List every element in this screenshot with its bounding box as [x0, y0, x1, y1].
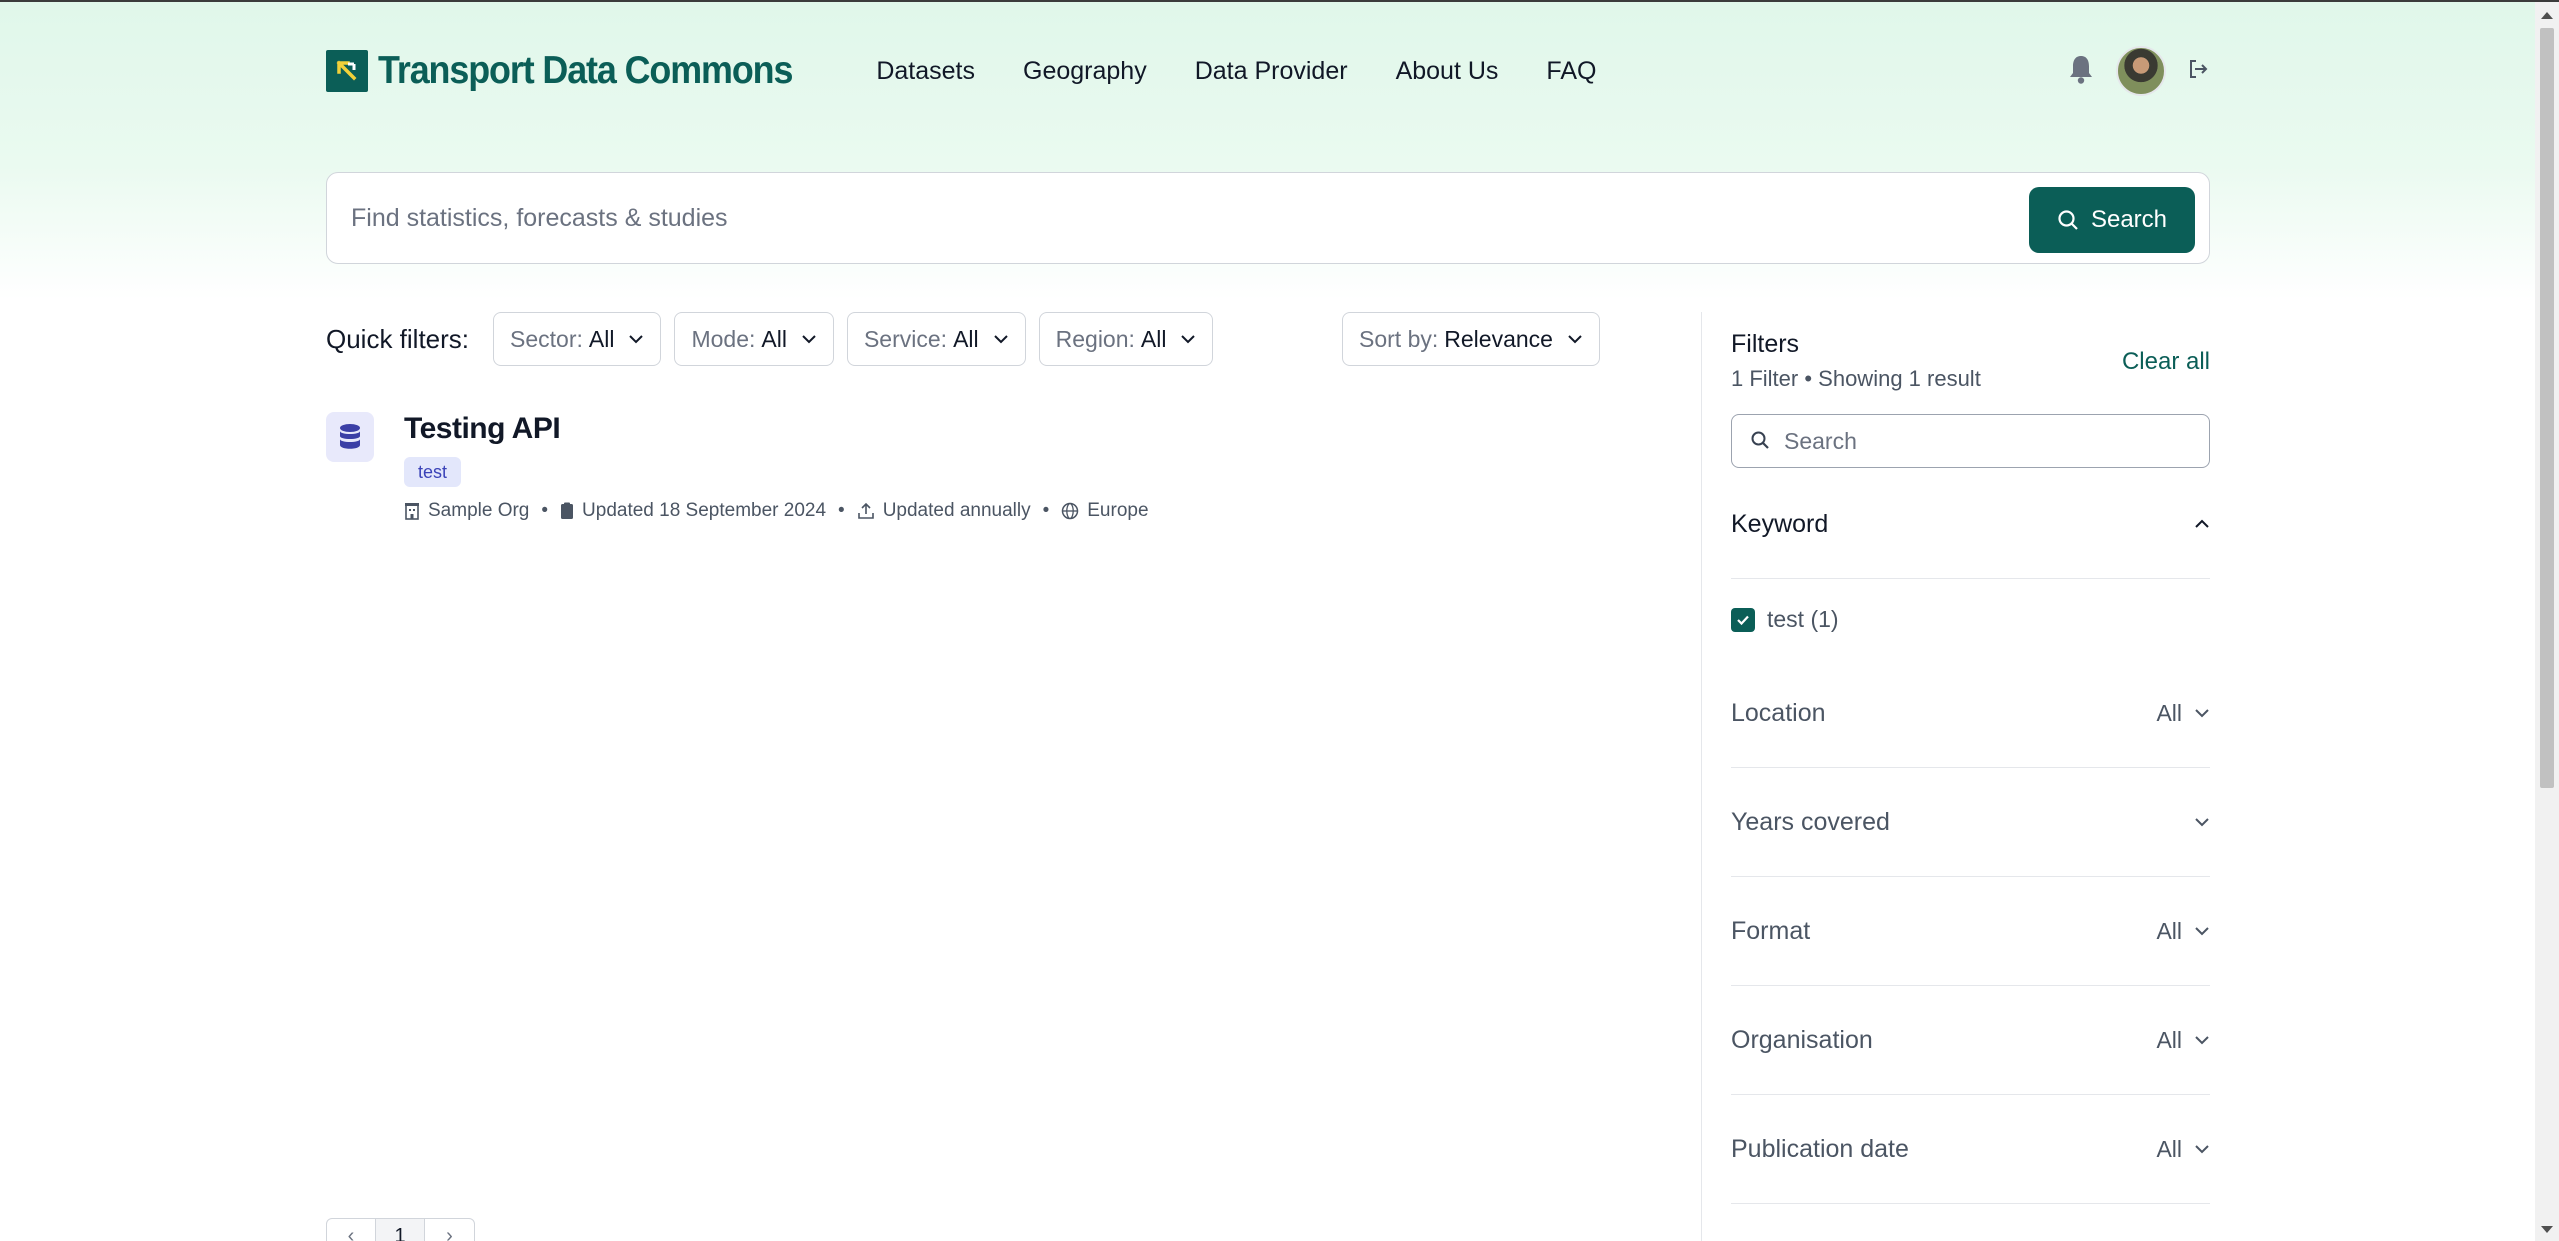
facet-label: Publication date	[1731, 1134, 1909, 1163]
chevron-down-icon	[2195, 709, 2209, 718]
result-region: Europe	[1087, 500, 1149, 521]
sort-dropdown[interactable]: Sort by: Relevance	[1342, 312, 1600, 366]
format-facet[interactable]: Format All	[1731, 877, 2210, 986]
filter-search-field	[1731, 414, 2210, 468]
globe-icon	[1062, 502, 1079, 520]
brand-logo[interactable]: Transport Data Commons	[326, 49, 828, 93]
location-facet[interactable]: Location All	[1731, 659, 2210, 768]
facet-value: All	[2156, 1026, 2182, 1053]
bell-icon[interactable]	[2066, 53, 2096, 90]
filter-value: All	[761, 325, 787, 352]
clear-all-button[interactable]: Clear all	[2122, 348, 2210, 376]
filter-key: Mode:	[691, 325, 756, 352]
clipboard-icon	[561, 502, 574, 519]
sector-filter-dropdown[interactable]: Sector: All	[493, 312, 662, 366]
filter-key: Service:	[863, 325, 948, 352]
chevron-down-icon	[1181, 335, 1196, 344]
keyword-facet-header[interactable]: Keyword	[1731, 470, 2210, 579]
search-icon	[2058, 210, 2078, 230]
nav-faq[interactable]: FAQ	[1546, 57, 1596, 86]
chevron-down-icon	[2195, 1145, 2209, 1154]
chevron-down-icon	[1568, 335, 1582, 344]
page-1-button[interactable]: 1	[376, 1219, 425, 1241]
nav-datasets[interactable]: Datasets	[876, 57, 975, 86]
region-filter-dropdown[interactable]: Region: All	[1038, 312, 1214, 366]
filter-value: All	[1140, 325, 1167, 352]
chevron-down-icon	[2195, 1036, 2209, 1045]
page-scrollbar[interactable]	[2535, 2, 2559, 1241]
filter-value: All	[588, 325, 615, 352]
search-button[interactable]: Search	[2029, 187, 2195, 253]
sort-key: Sort by:	[1359, 325, 1439, 352]
upload-icon	[857, 502, 874, 519]
keyword-option-test[interactable]: test (1)	[1731, 606, 1839, 633]
site-header: Transport Data Commons Datasets Geograph…	[326, 46, 2210, 96]
years-covered-facet[interactable]: Years covered	[1731, 768, 2210, 877]
facet-value: All	[2156, 917, 2182, 944]
facet-label: Location	[1731, 698, 1826, 727]
separator: •	[1042, 500, 1050, 521]
filter-key: Region:	[1055, 325, 1135, 352]
facet-value: All	[2156, 1135, 2182, 1162]
quick-filters-label: Quick filters:	[326, 323, 470, 354]
quick-filters: Quick filters: Sector: All Mode: All Ser…	[326, 312, 1226, 366]
chevron-down-icon	[2195, 927, 2209, 936]
search-icon	[1751, 431, 1769, 449]
facet-label: Format	[1731, 916, 1811, 945]
facet-value: All	[2156, 699, 2182, 726]
check-icon	[1737, 615, 1749, 625]
prev-page-button[interactable]: ‹	[327, 1219, 376, 1241]
result-meta: Sample Org • Updated 18 September 2024 •…	[404, 500, 1149, 522]
sort-value: Relevance	[1444, 325, 1553, 352]
header-actions	[2066, 46, 2210, 96]
keyword-option-label: test (1)	[1767, 606, 1839, 632]
sidebar-divider	[1701, 312, 1702, 1241]
logout-icon[interactable]	[2186, 57, 2210, 86]
chevron-down-icon	[802, 335, 816, 344]
chevron-down-icon	[2195, 818, 2209, 827]
mode-filter-dropdown[interactable]: Mode: All	[674, 312, 834, 366]
chevron-down-icon	[993, 335, 1008, 344]
database-icon	[326, 412, 374, 462]
nav-geography[interactable]: Geography	[1023, 57, 1147, 86]
window-top-border	[0, 0, 2559, 2]
nav-about-us[interactable]: About Us	[1396, 57, 1499, 86]
pagination: ‹ 1 ›	[326, 1218, 475, 1241]
scrollbar-thumb[interactable]	[2540, 28, 2554, 788]
keyword-tag[interactable]: test	[404, 457, 462, 487]
nav-data-provider[interactable]: Data Provider	[1195, 57, 1348, 86]
filter-key: Sector:	[510, 325, 583, 352]
search-button-label: Search	[2090, 206, 2168, 233]
organisation-facet[interactable]: Organisation All	[1731, 986, 2210, 1095]
filters-summary: 1 Filter • Showing 1 result	[1731, 366, 1981, 391]
separator: •	[838, 500, 845, 521]
checkbox-checked[interactable]	[1731, 607, 1755, 632]
filters-title: Filters	[1731, 330, 1800, 358]
filter-search-input[interactable]	[1784, 415, 2194, 467]
building-icon	[405, 503, 419, 520]
result-title-link[interactable]: Testing API	[404, 412, 561, 446]
main-nav: Datasets Geography Data Provider About U…	[876, 57, 1596, 86]
service-filter-dropdown[interactable]: Service: All	[846, 312, 1026, 366]
result-frequency: Updated annually	[882, 500, 1031, 521]
facet-label: Keyword	[1731, 509, 1829, 538]
scroll-down-arrow[interactable]	[2541, 1226, 2553, 1233]
filter-value: All	[953, 325, 979, 352]
publication-date-facet[interactable]: Publication date All	[1731, 1095, 2210, 1204]
chevron-down-icon	[629, 335, 644, 344]
facet-label: Organisation	[1731, 1025, 1873, 1054]
facet-label: Years covered	[1731, 807, 1890, 836]
result-organization: Sample Org	[428, 500, 530, 521]
search-input[interactable]	[351, 173, 1991, 263]
brand-name: Transport Data Commons	[378, 49, 793, 92]
scroll-up-arrow[interactable]	[2541, 12, 2553, 19]
avatar[interactable]	[2116, 46, 2166, 96]
separator: •	[541, 500, 549, 521]
result-updated: Updated 18 September 2024	[582, 500, 827, 521]
logo-arrow-icon	[326, 50, 368, 92]
next-page-button[interactable]: ›	[425, 1219, 474, 1241]
chevron-up-icon	[2195, 519, 2209, 528]
search-bar: Search	[326, 172, 2210, 264]
